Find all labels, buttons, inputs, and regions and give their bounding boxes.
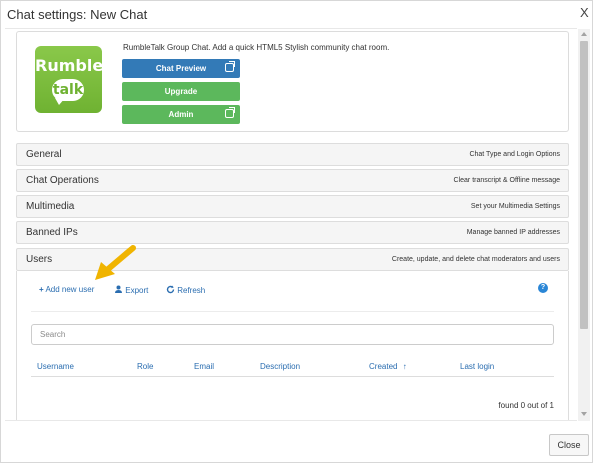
close-icon[interactable]: X: [580, 5, 589, 20]
panel-chat-operations[interactable]: Chat Operations Clear transcript & Offli…: [16, 169, 569, 192]
add-user-label: Add new user: [45, 285, 95, 294]
divider: [31, 311, 554, 312]
search-input[interactable]: [31, 324, 554, 345]
chat-settings-dialog: Chat settings: New Chat X Rumble talk Ru…: [0, 0, 593, 463]
refresh-button[interactable]: Refresh: [166, 285, 205, 295]
sort-arrow-icon: ↑: [402, 362, 407, 371]
scroll-down-arrow-icon[interactable]: [581, 412, 587, 416]
column-created[interactable]: Created ↑: [369, 362, 407, 371]
upgrade-label: Upgrade: [164, 87, 198, 96]
column-last-login[interactable]: Last login: [460, 362, 494, 371]
upgrade-button[interactable]: Upgrade: [122, 82, 240, 101]
scrollbar-thumb[interactable]: [580, 41, 588, 329]
column-username[interactable]: Username: [37, 362, 74, 371]
export-label: Export: [125, 286, 149, 295]
chat-preview-button[interactable]: Chat Preview: [122, 59, 240, 78]
chat-preview-label: Chat Preview: [155, 64, 207, 73]
settings-content: Rumble talk RumbleTalk Group Chat. Add a…: [5, 28, 577, 421]
refresh-label: Refresh: [177, 286, 206, 295]
external-link-icon: [225, 61, 235, 72]
app-description: RumbleTalk Group Chat. Add a quick HTML5…: [123, 43, 390, 52]
speech-bubble-tail: [55, 98, 65, 105]
refresh-icon: [166, 285, 175, 294]
panel-title: Banned IPs: [26, 227, 78, 238]
admin-label: Admin: [168, 110, 194, 119]
found-count: found 0 out of 1: [498, 401, 554, 410]
panel-title: Multimedia: [26, 201, 75, 212]
created-label: Created: [369, 362, 398, 371]
add-user-button[interactable]: + Add new user: [39, 285, 94, 294]
user-export-icon: [115, 285, 122, 293]
app-info-box: Rumble talk RumbleTalk Group Chat. Add a…: [16, 31, 569, 132]
admin-button[interactable]: Admin: [122, 105, 240, 124]
logo-text-bottom: talk: [52, 82, 84, 98]
panel-title: Chat Operations: [26, 175, 99, 186]
panel-detail: Manage banned IP addresses: [466, 229, 560, 236]
column-email[interactable]: Email: [194, 362, 214, 371]
panel-banned-ips[interactable]: Banned IPs Manage banned IP addresses: [16, 221, 569, 244]
pointer-arrow-annotation: [95, 245, 136, 280]
external-link-icon: [225, 107, 235, 118]
close-button[interactable]: Close: [549, 434, 589, 456]
panel-title: Users: [26, 254, 53, 265]
users-panel-body: + Add new user Export Refresh ? U: [16, 271, 569, 420]
plus-icon: +: [39, 285, 44, 294]
export-button[interactable]: Export: [114, 285, 148, 295]
panel-general[interactable]: General Chat Type and Login Options: [16, 143, 569, 166]
help-icon[interactable]: ?: [538, 283, 548, 293]
panel-detail: Set your Multimedia Settings: [470, 203, 560, 210]
panel-multimedia[interactable]: Multimedia Set your Multimedia Settings: [16, 195, 569, 218]
scrollbar[interactable]: [578, 29, 590, 421]
column-role[interactable]: Role: [137, 362, 153, 371]
scroll-up-arrow-icon[interactable]: [581, 32, 587, 36]
panel-title: General: [26, 149, 62, 160]
panel-detail: Create, update, and delete chat moderato…: [391, 256, 560, 263]
logo-text-top: Rumble: [35, 56, 104, 75]
dialog-title: Chat settings: New Chat: [7, 7, 148, 22]
panel-detail: Chat Type and Login Options: [469, 151, 560, 158]
rumbletalk-logo: Rumble talk: [35, 46, 104, 113]
title-bar: Chat settings: New Chat X: [1, 1, 593, 28]
table-header-divider: [31, 376, 554, 377]
panel-detail: Clear transcript & Offline message: [453, 177, 560, 184]
column-description[interactable]: Description: [260, 362, 300, 371]
